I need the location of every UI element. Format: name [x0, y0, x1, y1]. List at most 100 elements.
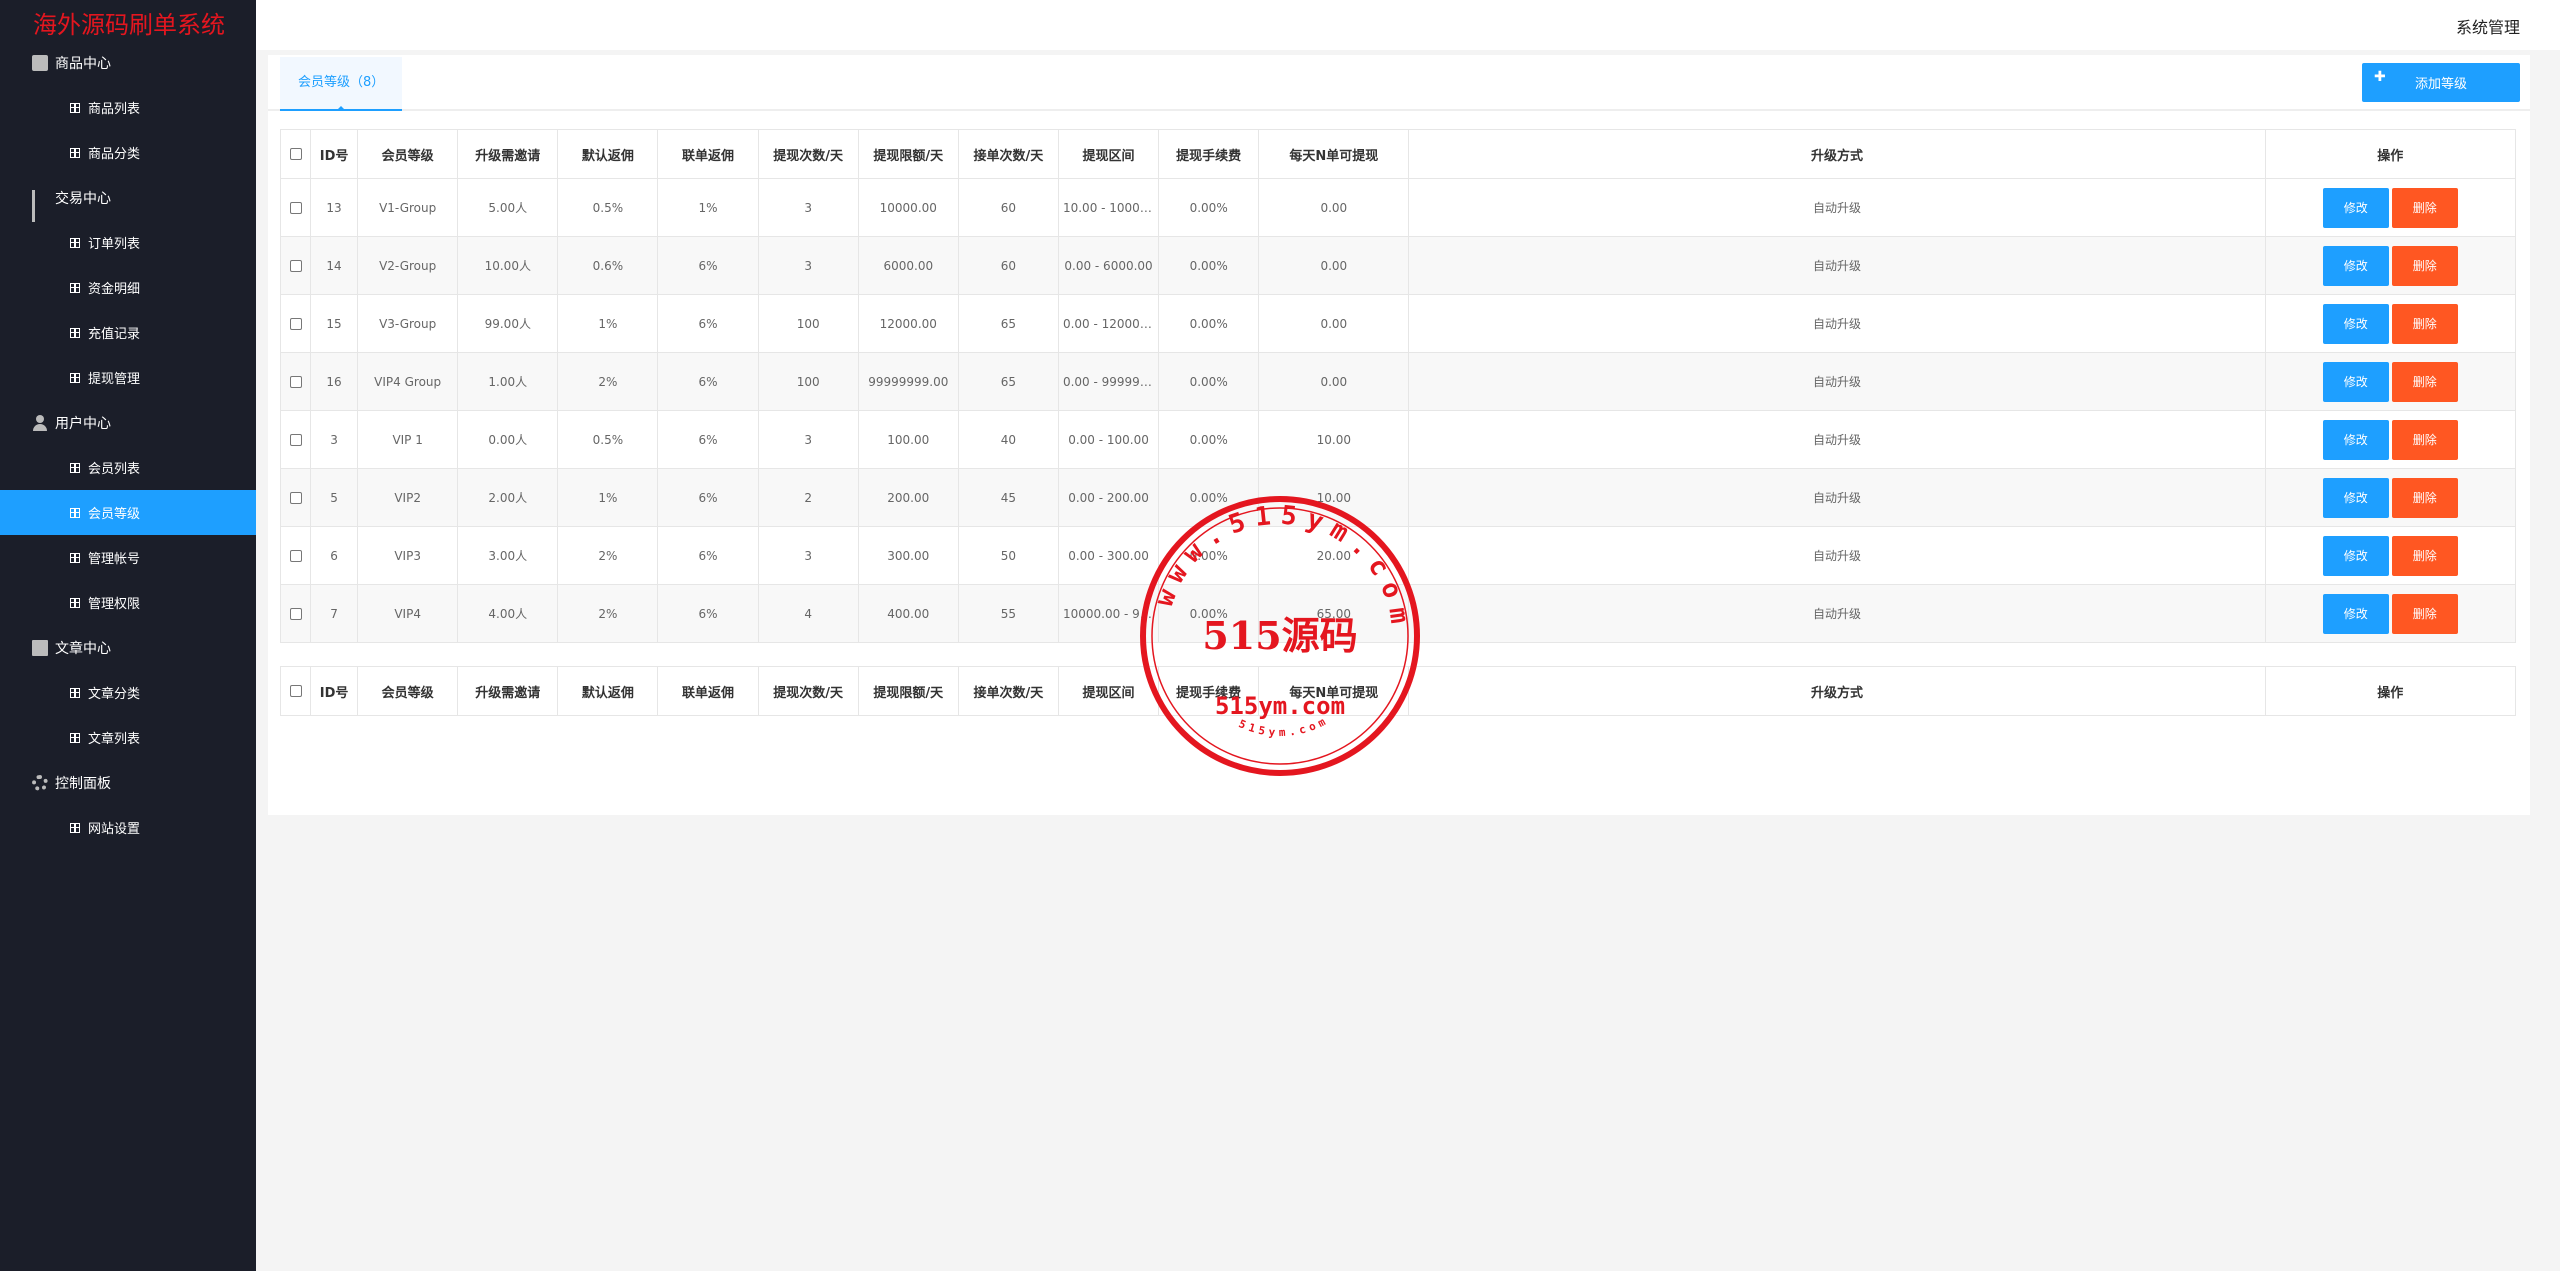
- sidebar-item[interactable]: 会员等级: [0, 490, 256, 535]
- sidebar-item[interactable]: 文章列表: [0, 715, 256, 760]
- sidebar-group[interactable]: 商品中心: [0, 40, 256, 85]
- edit-button[interactable]: 修改: [2322, 245, 2389, 286]
- table-cell: 7: [310, 584, 359, 643]
- column-header: 提现限额/天: [857, 666, 959, 716]
- sidebar-item[interactable]: 资金明细: [0, 265, 256, 310]
- edit-button[interactable]: 修改: [2322, 303, 2389, 344]
- table-cell: VIP 1: [357, 410, 459, 469]
- row-checkbox[interactable]: [289, 202, 302, 214]
- sidebar-item[interactable]: 管理权限: [0, 580, 256, 625]
- table-cell: 0.00%: [1158, 410, 1260, 469]
- column-header: 联单返佣: [657, 129, 759, 179]
- row-checkbox[interactable]: [289, 434, 302, 446]
- delete-button[interactable]: 删除: [2391, 535, 2458, 576]
- table-cell: VIP4: [357, 584, 459, 643]
- sidebar-group[interactable]: 文章中心: [0, 625, 256, 670]
- tab-member-levels[interactable]: 会员等级（8）: [280, 57, 403, 111]
- table-cell: 0.00%: [1158, 178, 1260, 237]
- table-cell: 99999999.00: [857, 352, 959, 411]
- table-cell: 60: [957, 178, 1059, 237]
- delete-button[interactable]: 删除: [2391, 477, 2458, 518]
- table-cell: 0.5%: [557, 178, 659, 237]
- table-cell: 0.5%: [557, 410, 659, 469]
- row-select-cell: [279, 410, 312, 469]
- sidebar-group[interactable]: 控制面板: [0, 760, 256, 805]
- sidebar-item[interactable]: 网站设置: [0, 805, 256, 850]
- delete-button[interactable]: 删除: [2391, 593, 2458, 634]
- table-cell: 1%: [657, 178, 759, 237]
- sidebar-item[interactable]: 管理帐号: [0, 535, 256, 580]
- delete-button[interactable]: 删除: [2391, 419, 2458, 460]
- sidebar-item[interactable]: 会员列表: [0, 445, 256, 490]
- edit-button[interactable]: 修改: [2322, 477, 2389, 518]
- edit-button[interactable]: 修改: [2322, 187, 2389, 228]
- sidebar-group-label: 用户中心: [55, 415, 111, 432]
- tab-bar: 会员等级（8） ✚ 添加等级: [268, 55, 2530, 111]
- row-checkbox[interactable]: [289, 550, 302, 562]
- row-checkbox[interactable]: [289, 608, 302, 620]
- edit-button[interactable]: 修改: [2322, 419, 2389, 460]
- table-cell: 0.00 - 99999999.00: [1057, 352, 1160, 411]
- add-level-button[interactable]: ✚ 添加等级: [2362, 63, 2520, 102]
- table-cell: VIP3: [357, 526, 459, 585]
- table-cell: 自动升级: [1408, 178, 2266, 237]
- row-actions: 修改 删除: [2264, 584, 2517, 643]
- sidebar-item[interactable]: 订单列表: [0, 220, 256, 265]
- grid-icon: [70, 372, 80, 383]
- sidebar-item[interactable]: 提现管理: [0, 355, 256, 400]
- table-cell: 10.00 - 10000.00: [1057, 178, 1160, 237]
- row-actions: 修改 删除: [2264, 352, 2517, 411]
- row-select-cell: [279, 468, 312, 527]
- edit-button[interactable]: 修改: [2322, 535, 2389, 576]
- table-cell: 0.00: [1258, 294, 1410, 353]
- column-header: 升级方式: [1408, 666, 2266, 716]
- table-cell: 0.00: [1258, 236, 1410, 295]
- sidebar-item[interactable]: 商品分类: [0, 130, 256, 175]
- grid-icon: [70, 507, 80, 518]
- row-actions: 修改 删除: [2264, 526, 2517, 585]
- table-cell: VIP4 Group: [357, 352, 459, 411]
- delete-button[interactable]: 删除: [2391, 245, 2458, 286]
- sidebar-group-label: 文章中心: [55, 640, 111, 657]
- edit-button[interactable]: 修改: [2322, 593, 2389, 634]
- sidebar-item[interactable]: 充值记录: [0, 310, 256, 355]
- grid-icon: [70, 237, 80, 248]
- table-cell: 10000.00: [857, 178, 959, 237]
- table-cell: 12000.00: [857, 294, 959, 353]
- select-all-checkbox[interactable]: [289, 148, 302, 160]
- delete-button[interactable]: 删除: [2391, 361, 2458, 402]
- table-cell: 100: [757, 294, 859, 353]
- table-cell: 14: [310, 236, 359, 295]
- table-cell: 自动升级: [1408, 468, 2266, 527]
- row-checkbox[interactable]: [289, 260, 302, 272]
- row-checkbox[interactable]: [289, 318, 302, 330]
- sidebar-group[interactable]: 交易中心: [0, 175, 256, 222]
- table-cell: 3: [757, 236, 859, 295]
- app-logo[interactable]: 海外源码刷单系统: [0, 0, 256, 40]
- delete-button[interactable]: 删除: [2391, 303, 2458, 344]
- sidebar-item-label: 网站设置: [88, 822, 141, 837]
- sidebar-item[interactable]: 文章分类: [0, 670, 256, 715]
- table-cell: 3: [757, 410, 859, 469]
- row-checkbox[interactable]: [289, 376, 302, 388]
- sidebar: 海外源码刷单系统 商品中心 商品列表商品分类交易中心订单列表 资金明细 充值记录 提现管…: [0, 0, 256, 1271]
- table-cell: 55: [957, 584, 1059, 643]
- sidebar-item-label: 管理帐号: [88, 552, 141, 567]
- row-checkbox[interactable]: [289, 492, 302, 504]
- table-cell: 6%: [657, 236, 759, 295]
- table-cell: 4: [757, 584, 859, 643]
- sidebar-item[interactable]: 商品列表: [0, 85, 256, 130]
- delete-button[interactable]: 删除: [2391, 187, 2458, 228]
- header-title[interactable]: 系统管理: [2456, 14, 2520, 38]
- select-all-checkbox[interactable]: [289, 685, 302, 697]
- table-cell: 16: [310, 352, 359, 411]
- table-cell: 3: [757, 178, 859, 237]
- edit-button[interactable]: 修改: [2322, 361, 2389, 402]
- row-select-cell: [279, 352, 312, 411]
- table-cell: 4.00人: [457, 584, 559, 643]
- row-actions: 修改 删除: [2264, 178, 2517, 237]
- table-cell: V1-Group: [357, 178, 459, 237]
- sidebar-group[interactable]: 用户中心: [0, 400, 256, 445]
- sidebar-group-label: 交易中心: [55, 190, 111, 207]
- sidebar-item-label: 商品分类: [88, 147, 141, 162]
